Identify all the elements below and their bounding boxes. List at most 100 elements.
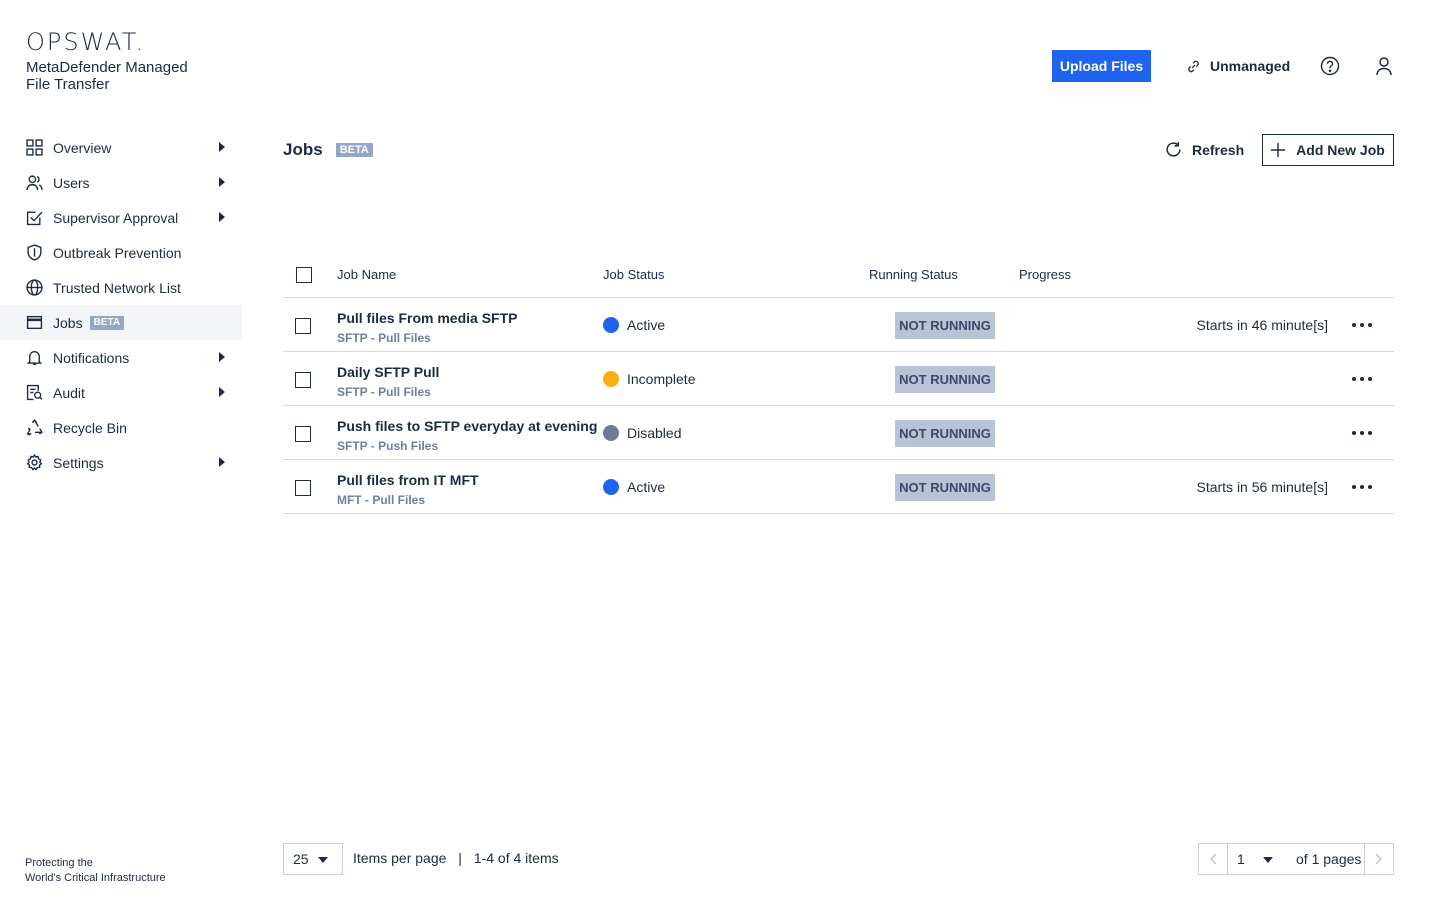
job-status: Incomplete [603,371,695,387]
more-actions-icon[interactable] [1352,316,1372,334]
gear-icon [26,454,43,471]
caret-right-icon [219,177,225,187]
job-type: SFTP - Pull Files [337,385,431,399]
sidebar-item-label: Supervisor Approval [53,209,179,226]
link-icon [1188,60,1199,72]
schedule-text: Starts in 46 minute[s] [1196,317,1328,333]
page-title-text: Jobs [283,140,323,159]
sidebar-item-overview[interactable]: Overview [0,130,242,165]
audit-icon [26,384,43,401]
tagline: Protecting the World's Critical Infrastr… [25,856,166,886]
caret-right-icon [219,212,225,222]
chevron-left-icon [1210,853,1217,865]
page-select-value[interactable]: 1 [1237,851,1245,867]
add-job-label: Add New Job [1296,142,1385,158]
running-status-badge: NOT RUNNING [895,474,995,501]
jobs-table: Job Name Job Status Running Status Progr… [283,258,1394,514]
tagline-line-2: World's Critical Infrastructure [25,872,166,884]
opswat-logo[interactable]: OPSWAT. [26,30,241,54]
items-per-page-label: Items per page | 1-4 of 4 items [353,850,559,866]
globe-icon [26,279,43,296]
brand: OPSWAT. MetaDefender Managed File Transf… [26,30,241,93]
column-header-job-name[interactable]: Job Name [337,267,396,282]
column-header-running-status[interactable]: Running Status [869,267,958,282]
sidebar-item-trusted-network-list[interactable]: Trusted Network List [0,270,242,305]
sidebar-item-label: Notifications [53,349,130,366]
refresh-button[interactable]: Refresh [1165,141,1244,158]
page-title: Jobs BETA [283,140,373,160]
sidebar-item-label: Outbreak Prevention [53,244,182,261]
caret-right-icon [219,142,225,152]
users-icon [26,174,43,191]
job-name[interactable]: Daily SFTP Pull [337,364,439,380]
approval-icon [26,209,43,226]
column-header-progress[interactable]: Progress [1019,267,1071,282]
sidebar-item-jobs[interactable]: Jobs BETA [0,305,242,340]
row-checkbox[interactable] [295,318,311,334]
table-header: Job Name Job Status Running Status Progr… [283,258,1394,298]
sidebar-item-label: Recycle Bin [53,419,127,436]
help-icon[interactable] [1319,55,1341,77]
grid-icon [26,139,43,156]
job-status-label: Active [627,317,666,333]
prev-page-button[interactable] [1199,844,1228,874]
item-range-text: 1-4 of 4 items [473,850,559,866]
separator: | [458,850,462,866]
job-name[interactable]: Pull files From media SFTP [337,310,517,326]
items-per-page-value: 25 [293,851,309,867]
sidebar-item-outbreak-prevention[interactable]: Outbreak Prevention [0,235,242,270]
unmanaged-link[interactable]: Unmanaged [1186,57,1290,75]
sidebar-item-label: Users [53,174,90,191]
table-row[interactable]: Push files to SFTP everyday at evening S… [283,406,1394,460]
chevron-down-icon[interactable] [1263,857,1273,863]
window-icon [26,314,43,331]
plus-icon [1271,143,1286,157]
user-icon[interactable] [1373,55,1395,77]
row-checkbox[interactable] [295,426,311,442]
sidebar-item-settings[interactable]: Settings [0,445,242,480]
sidebar-nav: Overview Users Supervisor Approval Outbr… [0,130,242,480]
more-actions-icon[interactable] [1352,424,1372,442]
chevron-down-icon [318,857,328,863]
next-page-button[interactable] [1364,844,1393,874]
more-actions-icon[interactable] [1352,370,1372,388]
beta-badge: BETA [89,315,125,330]
caret-right-icon [219,457,225,467]
sidebar-item-audit[interactable]: Audit [0,375,242,410]
job-name[interactable]: Pull files from IT MFT [337,472,479,488]
sidebar-item-label: Overview [53,139,112,156]
more-actions-icon[interactable] [1352,478,1372,496]
sidebar-item-notifications[interactable]: Notifications [0,340,242,375]
job-status-label: Incomplete [627,371,696,387]
running-status-badge: NOT RUNNING [895,420,995,447]
schedule-text: Starts in 56 minute[s] [1196,479,1328,495]
select-all-checkbox[interactable] [296,267,312,283]
table-row[interactable]: Pull files From media SFTP SFTP - Pull F… [283,298,1394,352]
running-status-badge: NOT RUNNING [895,312,995,339]
refresh-label: Refresh [1192,141,1245,158]
caret-right-icon [219,352,225,362]
row-checkbox[interactable] [295,480,311,496]
table-row[interactable]: Daily SFTP Pull SFTP - Pull Files Incomp… [283,352,1394,406]
status-dot-icon [603,425,619,441]
product-name: MetaDefender Managed File Transfer [26,59,188,93]
column-header-job-status[interactable]: Job Status [603,267,664,282]
table-row[interactable]: Pull files from IT MFT MFT - Pull Files … [283,460,1394,514]
add-new-job-button[interactable]: Add New Job [1262,134,1394,166]
beta-badge: BETA [335,143,373,157]
page-count-text: of 1 pages [1296,851,1362,867]
job-status-label: Active [627,479,666,495]
sidebar-item-users[interactable]: Users [0,165,242,200]
items-per-page-select[interactable]: 25 [283,843,343,875]
sidebar-item-recycle-bin[interactable]: Recycle Bin [0,410,242,445]
chevron-right-icon [1375,853,1382,865]
row-checkbox[interactable] [295,372,311,388]
status-dot-icon [603,371,619,387]
job-name[interactable]: Push files to SFTP everyday at evening [337,418,597,434]
sidebar-item-supervisor-approval[interactable]: Supervisor Approval [0,200,242,235]
job-status: Active [603,479,665,495]
status-dot-icon [603,479,619,495]
upload-files-button[interactable]: Upload Files [1052,50,1151,82]
shield-icon [26,244,43,261]
sidebar-item-label: Settings [53,454,104,471]
